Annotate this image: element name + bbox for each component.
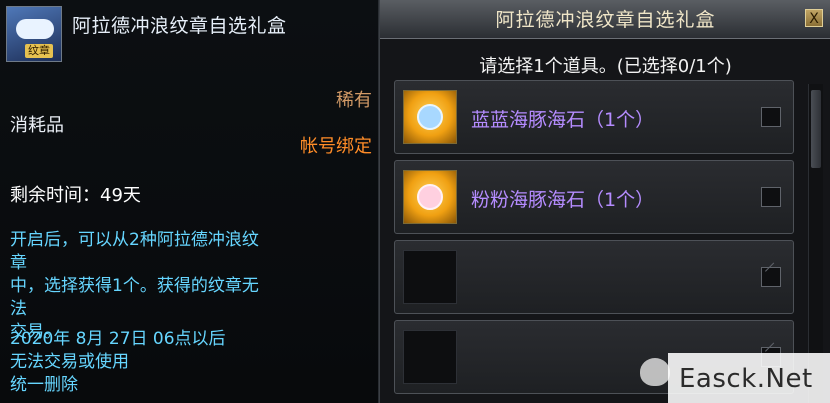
tooltip-title: 阿拉德冲浪纹章自选礼盒 xyxy=(72,15,287,37)
emblem-box-icon: 纹章 xyxy=(6,6,62,62)
tooltip-description: 开启后，可以从2种阿拉德冲浪纹章 中，选择获得1个。获得的纹章无法 交易。 xyxy=(10,229,260,344)
list-item xyxy=(394,240,794,314)
trade-limit-line: 2020年 8月 27日 06点以后 xyxy=(10,329,226,349)
time-remaining: 剩余时间：49天 xyxy=(10,185,141,206)
watermark-text: Easck.Net xyxy=(679,364,813,394)
selection-prompt: 请选择1个道具。(已选择0/1个) xyxy=(479,56,732,77)
dolphin-icon xyxy=(417,184,443,210)
item-name: 蓝蓝海豚海石（1个） xyxy=(471,109,655,131)
item-name: 粉粉海豚海石（1个） xyxy=(471,189,655,211)
list-item[interactable]: 粉粉海豚海石（1个） xyxy=(394,160,794,234)
description-line: 开启后，可以从2种阿拉德冲浪纹章 xyxy=(10,230,259,273)
watermark: Easck.Net xyxy=(668,353,830,403)
item-checkbox-disabled xyxy=(761,267,781,287)
binding-label: 帐号绑定 xyxy=(300,136,372,157)
cloud-icon xyxy=(16,19,54,39)
trade-limit-line: 统一删除 xyxy=(10,375,78,395)
dolphin-icon xyxy=(417,104,443,130)
trade-limit-line: 无法交易或使用 xyxy=(10,352,129,372)
list-item[interactable]: 蓝蓝海豚海石（1个） xyxy=(394,80,794,154)
item-checkbox[interactable] xyxy=(761,107,781,127)
window-title: 阿拉德冲浪纹章自选礼盒 xyxy=(495,9,716,31)
rarity-label: 稀有 xyxy=(336,90,372,111)
window-titlebar[interactable]: 阿拉德冲浪纹章自选礼盒 X xyxy=(380,0,830,39)
item-type-label: 消耗品 xyxy=(10,115,64,136)
selection-window: 阿拉德冲浪纹章自选礼盒 X 请选择1个道具。(已选择0/1个) 蓝蓝海豚海石（1… xyxy=(379,0,830,403)
icon-badge: 纹章 xyxy=(25,44,53,58)
item-tooltip: 纹章 阿拉德冲浪纹章自选礼盒 稀有 消耗品 帐号绑定 剩余时间：49天 开启后，… xyxy=(0,0,379,403)
empty-slot-icon xyxy=(403,250,457,304)
scroll-thumb[interactable] xyxy=(811,90,821,168)
trade-limit-note: 2020年 8月 27日 06点以后 无法交易或使用 统一删除 xyxy=(10,328,226,397)
item-checkbox[interactable] xyxy=(761,187,781,207)
description-line: 中，选择获得1个。获得的纹章无法 xyxy=(10,276,259,319)
pink-dolphin-stone-icon xyxy=(403,170,457,224)
blue-dolphin-stone-icon xyxy=(403,90,457,144)
close-button[interactable]: X xyxy=(805,9,823,27)
game-ui-root: 纹章 阿拉德冲浪纹章自选礼盒 稀有 消耗品 帐号绑定 剩余时间：49天 开启后，… xyxy=(0,0,830,403)
watermark-logo-icon xyxy=(640,358,670,386)
empty-slot-icon xyxy=(403,330,457,384)
